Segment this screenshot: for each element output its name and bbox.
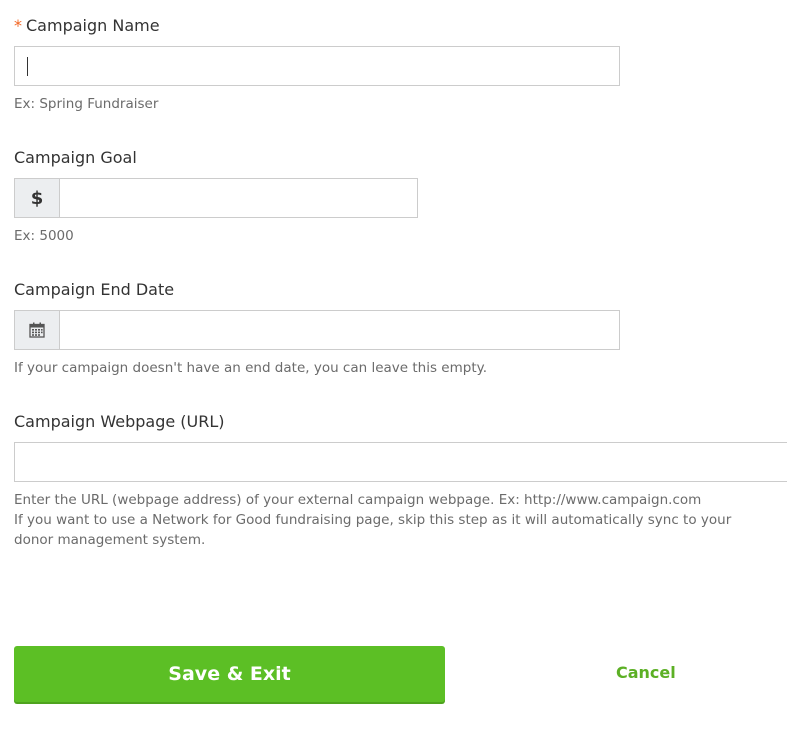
campaign-webpage-label: Campaign Webpage (URL) [14,412,225,431]
required-asterisk: * [14,16,22,35]
campaign-webpage-input[interactable] [15,443,787,481]
campaign-name-input[interactable] [15,47,619,85]
cancel-link[interactable]: Cancel [616,663,676,682]
campaign-goal-hint: Ex: 5000 [14,228,74,244]
campaign-goal-field[interactable] [60,178,418,218]
campaign-goal-group: $ [14,178,418,218]
campaign-end-date-label: Campaign End Date [14,280,175,299]
campaign-name-hint: Ex: Spring Fundraiser [14,96,159,112]
save-exit-button[interactable]: Save & Exit [14,646,445,702]
campaign-end-date-group [14,310,620,350]
calendar-icon-glyph [29,322,45,338]
campaign-form: * Campaign Name Ex: Spring Fundraiser Cam… [0,0,787,730]
campaign-end-date-field[interactable] [60,310,620,350]
campaign-webpage-hint-line1: Enter the URL (webpage address) of your … [14,492,702,508]
campaign-webpage-hint: Enter the URL (webpage address) of your … [14,490,774,550]
campaign-webpage-field[interactable] [14,442,787,482]
campaign-name-field[interactable] [14,46,620,86]
campaign-goal-input[interactable] [60,179,417,217]
campaign-end-date-hint: If your campaign doesn't have an end dat… [14,360,487,376]
campaign-name-label: * Campaign Name [14,16,160,36]
dollar-icon: $ [14,178,60,218]
text-caret [27,57,28,76]
campaign-end-date-input[interactable] [60,311,619,349]
calendar-icon[interactable] [14,310,60,350]
campaign-webpage-hint-line2: If you want to use a Network for Good fu… [14,512,732,548]
campaign-name-label-text: Campaign Name [26,16,160,35]
campaign-goal-label: Campaign Goal [14,148,137,167]
